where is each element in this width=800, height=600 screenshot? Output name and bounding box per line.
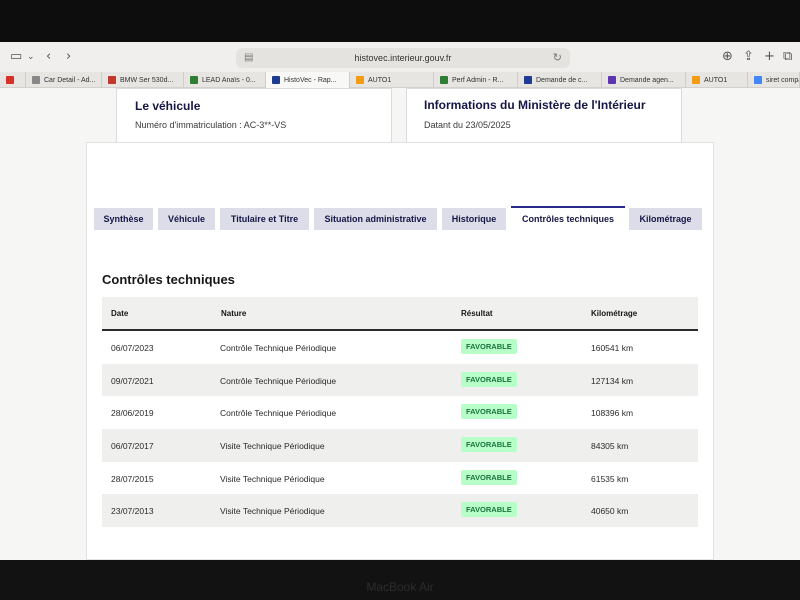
section-title: Contrôles techniques xyxy=(102,272,235,287)
download-icon[interactable]: ⊕ xyxy=(722,42,733,72)
browser-tab[interactable]: AUTO1 xyxy=(350,72,434,88)
ministry-card-date: Datant du 23/05/2025 xyxy=(424,120,511,130)
new-tab-icon[interactable]: + xyxy=(764,42,775,72)
site-settings-icon[interactable]: ▤ xyxy=(244,52,253,63)
browser-tab[interactable]: Perf Admin - R... xyxy=(434,72,518,88)
tab-vehicule[interactable]: Véhicule xyxy=(158,208,215,230)
tab-overview-icon[interactable]: ⧉ xyxy=(783,42,792,72)
cell-date: 28/07/2015 xyxy=(111,473,154,484)
browser-tab[interactable]: AUTO1 xyxy=(686,72,748,88)
cell-km: 108396 km xyxy=(591,408,634,419)
form-icon xyxy=(608,76,616,84)
cell-nature: Contrôle Technique Périodique xyxy=(220,408,337,419)
cell-nature: Visite Technique Périodique xyxy=(220,473,325,484)
browser-tab[interactable] xyxy=(0,72,26,88)
table-header: Date Nature Résultat Kilométrage xyxy=(102,297,698,331)
flag-icon xyxy=(524,76,532,84)
table-row: 06/07/2017 Visite Technique Périodique FAV… xyxy=(102,429,698,462)
vehicle-card-registration: Numéro d'immatriculation : AC-3**-VS xyxy=(135,120,287,130)
tab-kilometrage[interactable]: Kilométrage xyxy=(629,208,702,230)
browser-tab-label: AUTO1 xyxy=(368,76,392,84)
forward-icon[interactable]: › xyxy=(66,42,71,72)
cell-nature: Contrôle Technique Périodique xyxy=(220,375,337,386)
tab-controles-techniques[interactable]: Contrôles techniques xyxy=(511,206,625,230)
address-bar[interactable]: ▤ histovec.interieur.gouv.fr ↻ xyxy=(236,48,570,68)
cell-date: 06/07/2017 xyxy=(111,441,154,452)
tab-titulaire-et-titre[interactable]: Titulaire et Titre xyxy=(220,208,309,230)
result-badge: FAVORABLE xyxy=(461,371,517,387)
browser-tab-label: Demande de c... xyxy=(536,76,588,84)
cell-km: 127134 km xyxy=(591,375,634,386)
browser-tab[interactable]: Demande de c... xyxy=(518,72,602,88)
result-badge: FAVORABLE xyxy=(461,502,517,518)
browser-tab-label: Car Detail - Ad... xyxy=(44,76,96,84)
screen-bezel-top xyxy=(0,0,800,42)
browser-tab[interactable]: siret compagni... xyxy=(748,72,800,88)
browser-tab-label: Demande agen... xyxy=(620,76,674,84)
table-row: 28/07/2015 Visite Technique Périodique FAV… xyxy=(102,462,698,495)
share-icon[interactable]: ⇪ xyxy=(743,42,754,72)
browser-tab[interactable]: Car Detail - Ad... xyxy=(26,72,102,88)
table-row: 23/07/2013 Visite Technique Périodique FAV… xyxy=(102,494,698,528)
cell-date: 06/07/2023 xyxy=(111,343,154,353)
browser-tab[interactable]: LEAD Anaïs - 0... xyxy=(184,72,266,88)
back-icon[interactable]: ‹ xyxy=(46,42,51,72)
vehicle-card-title: Le véhicule xyxy=(135,99,201,113)
cell-date: 28/06/2019 xyxy=(111,408,154,419)
cell-km: 84305 km xyxy=(591,441,629,452)
result-badge: FAVORABLE xyxy=(461,339,517,354)
cell-nature: Visite Technique Périodique xyxy=(220,441,325,452)
device-brand: MacBook Air xyxy=(366,580,434,594)
browser-tab-label: siret compagni... xyxy=(766,76,799,84)
cell-km: 61535 km xyxy=(591,473,629,484)
result-badge: FAVORABLE xyxy=(461,437,517,453)
sheet-icon xyxy=(190,76,198,84)
bmw-icon xyxy=(108,76,116,84)
cell-date: 09/07/2021 xyxy=(111,375,154,386)
browser-tab-label: HistoVec - Rap... xyxy=(284,76,337,84)
tab-historique[interactable]: Historique xyxy=(442,208,506,230)
cell-nature: Visite Technique Périodique xyxy=(220,506,325,517)
chevron-down-icon[interactable]: ⌄ xyxy=(27,42,35,72)
column-header-km: Kilométrage xyxy=(591,309,638,318)
browser-tab-label: BMW Ser 530d... xyxy=(120,76,174,84)
cell-km: 40650 km xyxy=(591,506,629,517)
reload-icon[interactable]: ↻ xyxy=(553,51,562,64)
table-row: 28/06/2019 Contrôle Technique Périodique F… xyxy=(102,396,698,429)
controls-table: Date Nature Résultat Kilométrage 06/07/2… xyxy=(102,297,698,528)
browser-tab[interactable]: HistoVec - Rap... xyxy=(266,72,350,88)
sidebar-toggle-icon[interactable]: ▭ xyxy=(10,42,22,72)
tab-situation-administrative[interactable]: Situation administrative xyxy=(314,208,437,230)
result-badge: FAVORABLE xyxy=(461,469,517,485)
browser-tab[interactable]: BMW Ser 530d... xyxy=(102,72,184,88)
result-badge: FAVORABLE xyxy=(461,404,517,420)
browser-tab-label: Perf Admin - R... xyxy=(452,76,504,84)
column-header-nature: Nature xyxy=(221,309,247,318)
table-body: 06/07/2023 Contrôle Technique Périodique F… xyxy=(102,331,698,528)
w-icon xyxy=(32,76,40,84)
column-header-result: Résultat xyxy=(461,309,493,318)
google-icon xyxy=(754,76,762,84)
browser-tab-label: AUTO1 xyxy=(704,76,728,84)
flag-icon xyxy=(272,76,280,84)
address-url: histovec.interieur.gouv.fr xyxy=(354,53,452,63)
auto1-icon xyxy=(692,76,700,84)
table-row: 06/07/2023 Contrôle Technique Périodique F… xyxy=(102,331,698,364)
sheet-icon xyxy=(440,76,448,84)
cell-km: 160541 km xyxy=(591,343,634,353)
column-header-date: Date xyxy=(111,309,129,318)
auto1-icon xyxy=(356,76,364,84)
browser-tab[interactable]: Demande agen... xyxy=(602,72,686,88)
table-row: 09/07/2021 Contrôle Technique Périodique F… xyxy=(102,363,698,397)
tab-synthese[interactable]: Synthèse xyxy=(94,208,153,230)
cell-date: 23/07/2013 xyxy=(111,506,154,517)
cell-nature: Contrôle Technique Périodique xyxy=(220,343,337,353)
ministry-card-title: Informations du Ministère de l'Intérieur xyxy=(424,98,646,112)
browser-tab-label: LEAD Anaïs - 0... xyxy=(202,76,256,84)
browser-tab-bar: Car Detail - Ad... BMW Ser 530d... LEAD An… xyxy=(0,72,800,88)
gmail-icon xyxy=(6,76,14,84)
